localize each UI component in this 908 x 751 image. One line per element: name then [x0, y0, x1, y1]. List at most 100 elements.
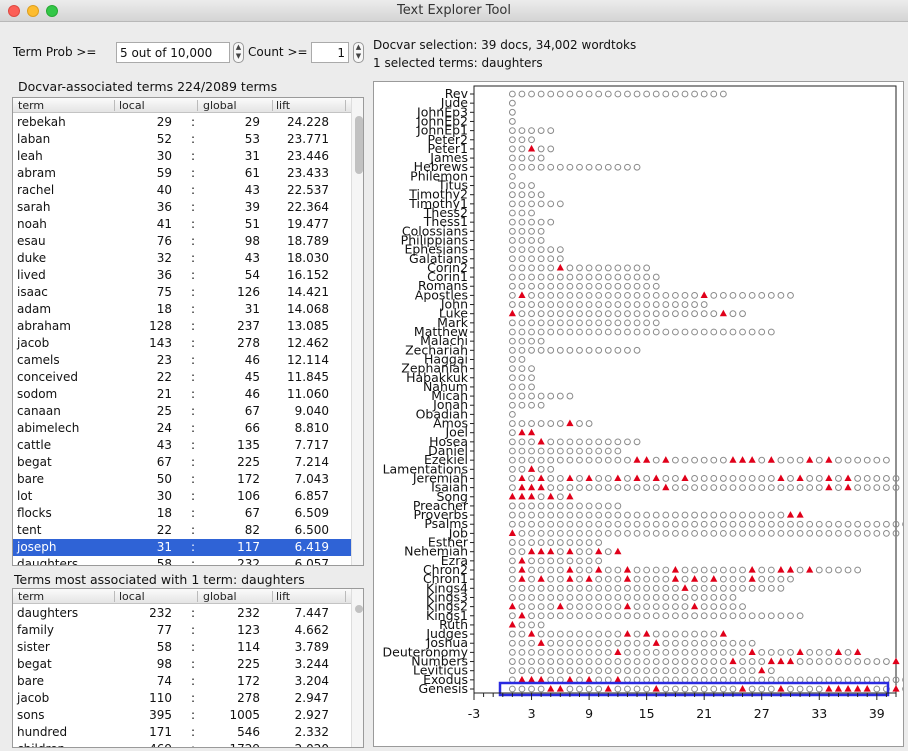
doc-marker[interactable] [556, 420, 564, 427]
doc-marker[interactable] [652, 291, 660, 299]
doc-marker[interactable] [585, 319, 593, 327]
doc-marker[interactable] [508, 447, 516, 455]
table-row[interactable]: daughters 232 232 7.447: [13, 605, 351, 622]
doc-marker[interactable] [528, 246, 535, 254]
doc-marker[interactable] [576, 310, 583, 318]
doc-marker[interactable] [518, 639, 526, 647]
doc-marker[interactable] [595, 346, 603, 354]
doc-marker[interactable] [633, 511, 641, 519]
doc-marker[interactable] [633, 529, 641, 537]
table-row[interactable]: daughters 58 232 6.057: [13, 556, 351, 565]
doc-marker[interactable] [508, 127, 516, 135]
table-row[interactable]: bare 50 172 7.043: [13, 471, 351, 488]
doc-marker[interactable] [585, 612, 593, 620]
doc-marker-with-term[interactable] [537, 639, 545, 646]
doc-marker[interactable] [537, 401, 545, 409]
doc-marker[interactable] [547, 630, 555, 638]
header-global[interactable]: global [203, 590, 237, 603]
doc-marker[interactable] [787, 612, 794, 620]
doc-marker[interactable] [556, 438, 564, 446]
doc-marker[interactable] [758, 520, 766, 528]
doc-marker[interactable] [739, 584, 746, 592]
doc-marker[interactable] [518, 282, 526, 290]
doc-marker[interactable] [863, 658, 871, 665]
doc-marker[interactable] [758, 328, 766, 336]
doc-marker[interactable] [643, 301, 651, 308]
doc-marker[interactable] [518, 145, 526, 153]
doc-marker[interactable] [796, 566, 804, 574]
doc-marker[interactable] [758, 475, 766, 482]
table-row[interactable]: tent 22 82 6.500: [13, 522, 351, 539]
doc-marker[interactable] [700, 511, 708, 519]
doc-marker[interactable] [547, 529, 555, 537]
doc-marker[interactable] [672, 603, 679, 611]
doc-marker[interactable] [633, 310, 641, 318]
docvar-terms-table[interactable]: term local global lift rebekah 29 29 24.228… [12, 97, 364, 566]
doc-marker[interactable] [710, 612, 718, 620]
doc-marker[interactable] [787, 648, 794, 656]
doc-marker[interactable] [844, 529, 852, 537]
doc-marker[interactable] [835, 475, 842, 482]
table-row[interactable]: camels 23 46 12.114: [13, 352, 351, 369]
doc-marker[interactable] [528, 255, 535, 263]
doc-marker[interactable] [633, 282, 641, 290]
doc-marker-with-term[interactable] [738, 685, 747, 692]
doc-marker[interactable] [739, 658, 746, 665]
doc-marker[interactable] [537, 621, 545, 629]
doc-marker[interactable] [585, 557, 593, 565]
doc-marker[interactable] [508, 566, 516, 574]
doc-marker[interactable] [614, 658, 622, 665]
doc-marker[interactable] [576, 282, 583, 290]
doc-marker[interactable] [604, 163, 612, 171]
doc-marker[interactable] [767, 575, 775, 583]
doc-marker-with-term[interactable] [662, 483, 670, 491]
doc-marker[interactable] [652, 529, 660, 537]
doc-marker[interactable] [585, 685, 593, 693]
doc-marker[interactable] [508, 594, 516, 601]
doc-marker[interactable] [700, 529, 708, 537]
doc-marker[interactable] [508, 685, 516, 693]
doc-marker[interactable] [729, 511, 737, 519]
doc-marker[interactable] [537, 566, 545, 574]
doc-marker[interactable] [652, 575, 660, 583]
doc-marker-with-term[interactable] [537, 547, 545, 555]
doc-marker[interactable] [633, 438, 641, 446]
doc-marker[interactable] [643, 639, 651, 647]
doc-marker[interactable] [700, 566, 708, 574]
doc-marker[interactable] [777, 484, 785, 492]
header-local[interactable]: local [119, 590, 145, 603]
table-row[interactable]: bare 74 172 3.204: [13, 673, 351, 690]
doc-marker[interactable] [604, 264, 612, 272]
doc-marker[interactable] [806, 658, 814, 665]
doc-marker[interactable] [537, 255, 545, 263]
doc-marker[interactable] [787, 529, 794, 537]
doc-marker[interactable] [854, 566, 862, 574]
doc-marker[interactable] [710, 639, 718, 647]
doc-marker[interactable] [566, 90, 574, 98]
doc-marker[interactable] [614, 291, 622, 299]
doc-marker[interactable] [595, 90, 603, 98]
doc-marker[interactable] [767, 484, 775, 492]
doc-marker[interactable] [633, 594, 641, 601]
doc-marker-with-term[interactable] [566, 419, 574, 427]
doc-marker[interactable] [652, 648, 660, 656]
doc-marker[interactable] [662, 648, 670, 656]
doc-marker[interactable] [508, 182, 516, 189]
doc-marker[interactable] [844, 648, 852, 656]
doc-marker[interactable] [729, 584, 737, 592]
doc-marker[interactable] [719, 584, 727, 592]
doc-marker[interactable] [604, 575, 612, 583]
doc-marker[interactable] [624, 685, 631, 693]
doc-marker[interactable] [537, 685, 545, 693]
doc-marker[interactable] [595, 667, 603, 675]
doc-marker-with-term[interactable] [690, 602, 699, 610]
doc-marker[interactable] [556, 584, 564, 592]
doc-marker[interactable] [700, 630, 708, 638]
doc-marker[interactable] [576, 420, 583, 427]
doc-marker[interactable] [844, 566, 852, 574]
doc-marker[interactable] [508, 639, 516, 647]
doc-marker[interactable] [739, 520, 746, 528]
doc-marker[interactable] [566, 557, 574, 565]
doc-marker[interactable] [691, 291, 698, 299]
doc-marker-with-term[interactable] [844, 483, 852, 491]
